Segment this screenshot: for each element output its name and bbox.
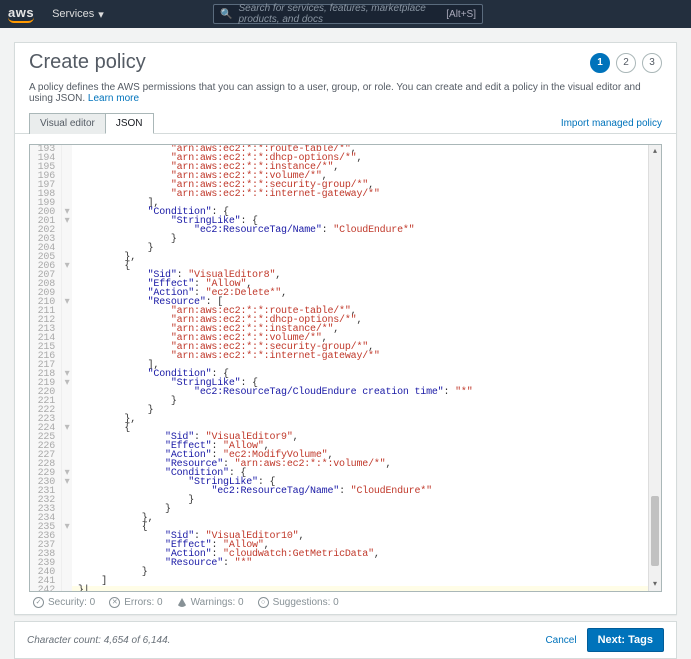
footer-bar: Character count: 4,654 of 6,144. Cancel … xyxy=(14,621,677,659)
wizard-steps: 1 2 3 xyxy=(590,53,662,73)
fold-icon[interactable]: ▾ xyxy=(62,298,72,307)
warning-icon xyxy=(177,598,187,607)
fold-icon xyxy=(62,190,72,199)
fold-icon xyxy=(62,307,72,316)
fold-icon xyxy=(62,163,72,172)
code-text: } xyxy=(72,568,661,577)
vertical-scrollbar[interactable]: ▴ ▾ xyxy=(648,145,661,591)
learn-more-link[interactable]: Learn more xyxy=(88,93,139,104)
search-placeholder: Search for services, features, marketpla… xyxy=(238,3,446,25)
code-text: } xyxy=(72,505,661,514)
code-lines[interactable]: 193 "arn:aws:ec2:*:*:route-table/*",194 … xyxy=(30,145,661,591)
fold-icon xyxy=(62,352,72,361)
error-icon: ✕ xyxy=(109,597,120,608)
fold-icon[interactable]: ▾ xyxy=(62,262,72,271)
fold-icon xyxy=(62,226,72,235)
page-description: A policy defines the AWS permissions tha… xyxy=(15,82,676,112)
services-label: Services xyxy=(52,8,94,20)
search-icon: 🔍 xyxy=(220,9,232,20)
fold-icon xyxy=(62,532,72,541)
tab-visual-editor[interactable]: Visual editor xyxy=(29,113,106,134)
fold-icon xyxy=(62,397,72,406)
chevron-down-icon: ▾ xyxy=(98,8,104,21)
fold-icon xyxy=(62,541,72,550)
tab-json[interactable]: JSON xyxy=(105,113,154,134)
fold-icon[interactable]: ▾ xyxy=(62,523,72,532)
fold-icon xyxy=(62,559,72,568)
fold-icon xyxy=(62,496,72,505)
fold-icon xyxy=(62,388,72,397)
step-3[interactable]: 3 xyxy=(642,53,662,73)
fold-icon xyxy=(62,406,72,415)
status-suggestions[interactable]: ○Suggestions: 0 xyxy=(258,597,339,608)
fold-icon xyxy=(62,271,72,280)
fold-icon xyxy=(62,442,72,451)
aws-logo-text: aws xyxy=(8,5,34,20)
top-nav: aws Services ▾ 🔍 Search for services, fe… xyxy=(0,0,691,28)
fold-icon[interactable]: ▾ xyxy=(62,217,72,226)
page-title: Create policy xyxy=(29,51,146,74)
fold-icon xyxy=(62,568,72,577)
code-line[interactable]: 242 }| xyxy=(30,586,661,591)
status-errors[interactable]: ✕Errors: 0 xyxy=(109,597,162,608)
json-editor[interactable]: 193 "arn:aws:ec2:*:*:route-table/*",194 … xyxy=(29,144,662,592)
character-count: Character count: 4,654 of 6,144. xyxy=(27,635,170,646)
step-1[interactable]: 1 xyxy=(590,53,610,73)
search-shortcut: [Alt+S] xyxy=(446,9,476,20)
fold-icon xyxy=(62,577,72,586)
code-text: } xyxy=(72,397,661,406)
fold-icon xyxy=(62,280,72,289)
status-warnings[interactable]: Warnings: 0 xyxy=(177,597,244,608)
step-2[interactable]: 2 xyxy=(616,53,636,73)
fold-icon xyxy=(62,325,72,334)
code-text: "arn:aws:ec2:*:*:internet-gateway/*" xyxy=(72,190,661,199)
code-text: }| xyxy=(72,586,661,591)
code-line[interactable]: 241 ] xyxy=(30,577,661,586)
code-text: } xyxy=(72,235,661,244)
fold-icon xyxy=(62,586,72,591)
fold-icon xyxy=(62,550,72,559)
fold-icon xyxy=(62,334,72,343)
fold-icon xyxy=(62,505,72,514)
fold-icon xyxy=(62,145,72,154)
fold-icon xyxy=(62,235,72,244)
fold-icon xyxy=(62,343,72,352)
status-security[interactable]: ✓Security: 0 xyxy=(33,597,95,608)
code-text: }, xyxy=(72,415,661,424)
code-text: "arn:aws:ec2:*:*:internet-gateway/*" xyxy=(72,352,661,361)
fold-icon xyxy=(62,172,72,181)
line-number: 242 xyxy=(30,586,62,591)
shield-icon: ✓ xyxy=(33,597,44,608)
code-text: } xyxy=(72,244,661,253)
code-text: ] xyxy=(72,577,661,586)
scroll-down-icon[interactable]: ▾ xyxy=(649,578,661,591)
create-policy-card: Create policy 1 2 3 A policy defines the… xyxy=(14,42,677,615)
fold-icon xyxy=(62,487,72,496)
fold-icon xyxy=(62,181,72,190)
fold-icon[interactable]: ▾ xyxy=(62,478,72,487)
services-menu[interactable]: Services ▾ xyxy=(52,8,104,21)
global-search[interactable]: 🔍 Search for services, features, marketp… xyxy=(213,4,483,24)
import-managed-policy-link[interactable]: Import managed policy xyxy=(561,118,662,133)
code-line[interactable]: 240 } xyxy=(30,568,661,577)
fold-icon xyxy=(62,433,72,442)
code-text: } xyxy=(72,406,661,415)
cancel-button[interactable]: Cancel xyxy=(545,635,576,646)
fold-icon xyxy=(62,154,72,163)
fold-icon xyxy=(62,244,72,253)
fold-icon[interactable]: ▾ xyxy=(62,379,72,388)
scroll-up-icon[interactable]: ▴ xyxy=(649,145,661,158)
fold-icon[interactable]: ▾ xyxy=(62,424,72,433)
bulb-icon: ○ xyxy=(258,597,269,608)
aws-logo[interactable]: aws xyxy=(8,5,34,23)
next-tags-button[interactable]: Next: Tags xyxy=(587,628,664,652)
editor-status-row: ✓Security: 0 ✕Errors: 0 Warnings: 0 ○Sug… xyxy=(29,592,662,608)
scrollbar-thumb[interactable] xyxy=(651,496,659,566)
fold-icon xyxy=(62,451,72,460)
code-text: }, xyxy=(72,514,661,523)
fold-icon xyxy=(62,316,72,325)
code-text: }, xyxy=(72,253,661,262)
code-text: "Resource": "*" xyxy=(72,559,661,568)
